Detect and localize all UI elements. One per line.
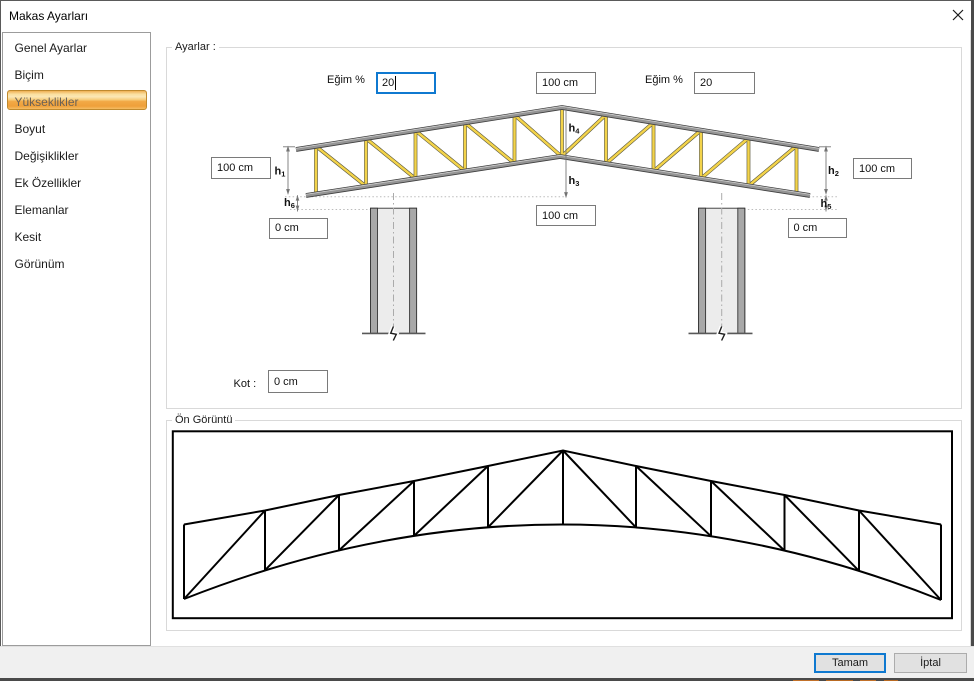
svg-text:h4: h4 [569, 123, 581, 136]
svg-text:h3: h3 [569, 175, 580, 188]
svg-text:h5: h5 [821, 198, 832, 211]
svg-text:h2: h2 [828, 165, 839, 178]
svg-text:h6: h6 [284, 197, 295, 210]
svg-text:h1: h1 [275, 166, 286, 179]
